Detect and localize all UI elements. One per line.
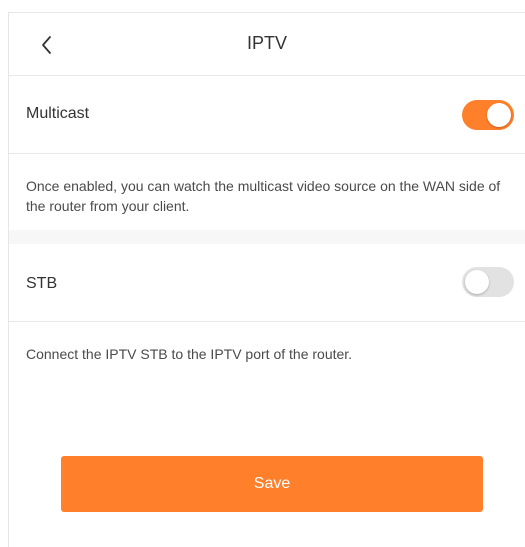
page-title: IPTV (246, 33, 287, 53)
stb-label: STB (26, 275, 58, 292)
save-button[interactable]: Save (61, 456, 483, 512)
stb-row: STB (9, 244, 525, 322)
multicast-label: Multicast (26, 105, 90, 122)
page-header: IPTV (9, 13, 525, 76)
toggle-knob (487, 103, 511, 127)
iptv-page: IPTV Multicast Once enabled, you can wat… (8, 12, 525, 547)
section-divider (9, 230, 525, 244)
multicast-toggle[interactable] (462, 100, 514, 130)
stb-description: Connect the IPTV STB to the IPTV port of… (26, 346, 353, 362)
stb-toggle[interactable] (462, 267, 514, 297)
multicast-row: Multicast (9, 76, 525, 154)
multicast-description: Once enabled, you can watch the multicas… (26, 178, 501, 214)
toggle-knob (465, 270, 489, 294)
